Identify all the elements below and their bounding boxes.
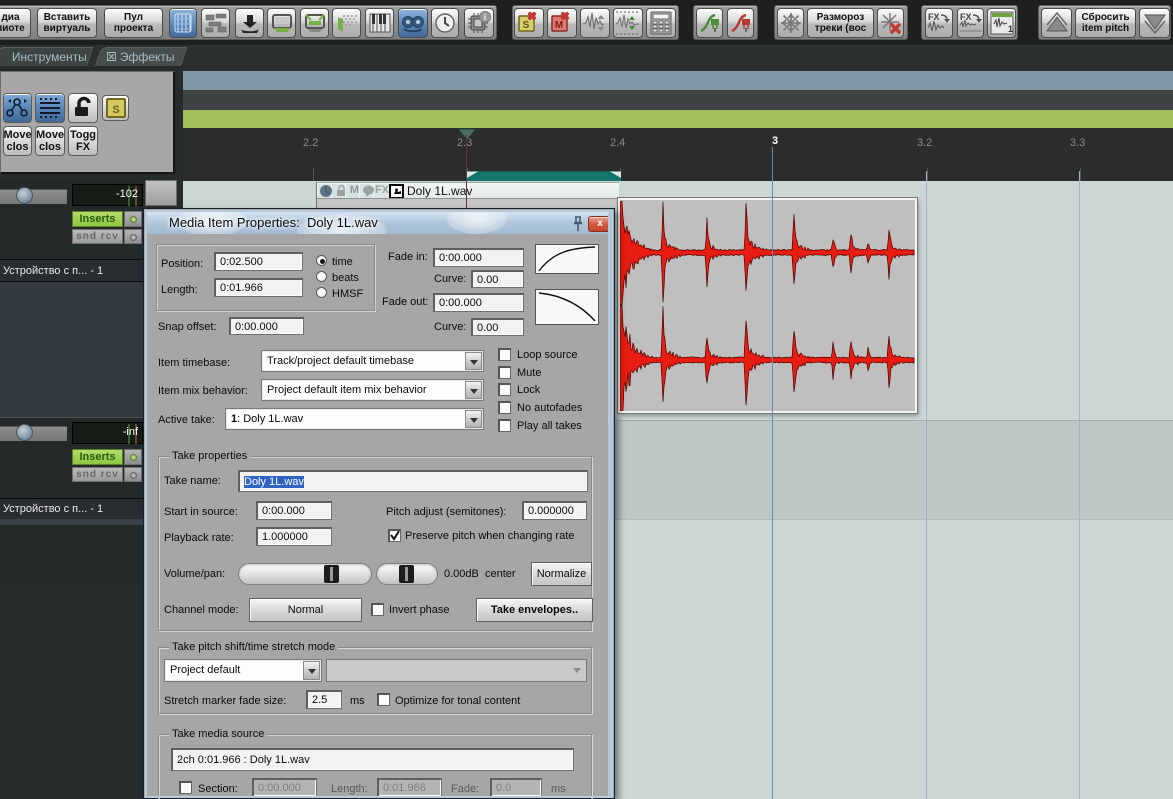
svg-text:S: S xyxy=(112,104,119,116)
svg-text:FX: FX xyxy=(928,12,940,22)
svg-text:1: 1 xyxy=(1008,24,1013,34)
svg-text:S: S xyxy=(523,20,530,31)
svg-text:FX: FX xyxy=(960,12,972,22)
svg-text:M: M xyxy=(555,20,563,31)
